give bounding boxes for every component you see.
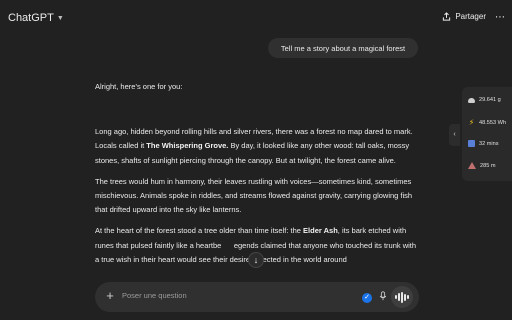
app-title: ChatGPT	[8, 12, 54, 24]
mountain-icon	[468, 162, 476, 169]
microphone-icon[interactable]	[377, 291, 389, 303]
assistant-message: Alright, here’s one for you: Long ago, h…	[95, 80, 421, 274]
composer: + Poser une question ✓	[95, 282, 419, 312]
lightning-icon: ⚡	[468, 118, 475, 127]
energy-value: 48.553 Wh	[479, 119, 507, 126]
plus-icon[interactable]: +	[103, 289, 117, 303]
share-label: Partager	[455, 12, 486, 21]
arrow-down-icon: ↓	[253, 255, 259, 265]
story-text: At the heart of the forest stood a tree …	[95, 226, 304, 236]
timer-icon	[468, 140, 475, 147]
model-selector[interactable]: ChatGPT ▼	[8, 12, 64, 24]
user-message: Tell me a story about a magical forest	[268, 38, 418, 58]
check-badge-icon[interactable]: ✓	[362, 293, 372, 303]
voice-mode-button[interactable]	[391, 286, 413, 308]
distance-value: 285 m	[480, 162, 496, 169]
story-paragraph-1: Long ago, hidden beyond rolling hills an…	[95, 125, 421, 168]
eco-row-time: 32 mins	[468, 140, 499, 147]
story-bold-text: Elder Ash	[303, 226, 338, 236]
message-input[interactable]: Poser une question	[122, 291, 187, 300]
eco-row-distance: 285 m	[468, 162, 496, 169]
more-options-icon[interactable]: ⋯	[494, 11, 506, 23]
chevron-down-icon: ▼	[56, 15, 64, 22]
story-paragraph-2: The trees would hum in harmony, their le…	[95, 176, 413, 215]
time-value: 32 mins	[479, 140, 499, 147]
scroll-down-button[interactable]: ↓	[248, 252, 264, 268]
top-bar: ChatGPT ▼ Partager ⋯	[0, 0, 512, 38]
share-button[interactable]: Partager	[442, 12, 486, 21]
share-icon	[443, 12, 451, 21]
chevron-left-icon[interactable]: ‹	[449, 124, 460, 146]
story-bold-text: The Whispering Grove.	[146, 141, 229, 151]
cloud-icon	[468, 97, 475, 103]
eco-row-energy: ⚡ 48.553 Wh	[468, 118, 507, 127]
eco-row-co2: 29.641 g	[468, 97, 501, 103]
eco-impact-panel: 29.641 g ⚡ 48.553 Wh 32 mins 285 m	[462, 87, 512, 181]
co2-value: 29.641 g	[479, 97, 501, 103]
assistant-intro: Alright, here’s one for you:	[95, 82, 183, 91]
